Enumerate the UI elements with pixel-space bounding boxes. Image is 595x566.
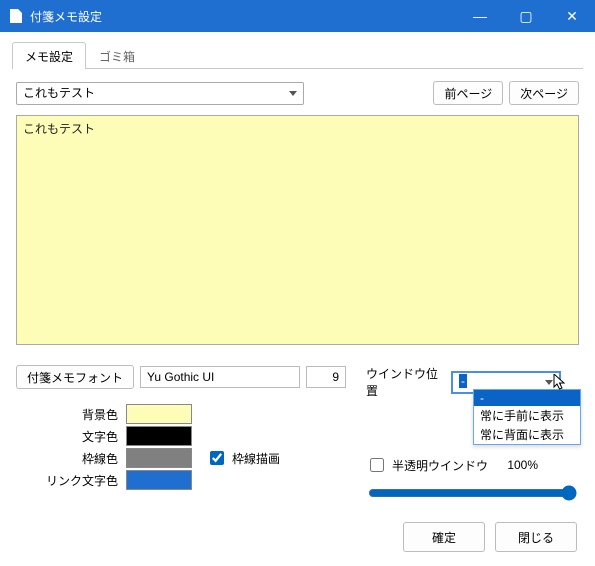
memo-preview[interactable]: これもテスト <box>16 115 579 345</box>
opacity-slider[interactable] <box>368 483 577 503</box>
border-color-label: 枠線色 <box>16 450 126 467</box>
window-position-option-2[interactable]: 常に背面に表示 <box>474 425 580 444</box>
next-page-button[interactable]: 次ページ <box>509 81 579 105</box>
draw-border-input[interactable] <box>210 451 224 465</box>
window-position-value: - <box>459 374 467 388</box>
link-color-swatch[interactable] <box>126 470 192 490</box>
window-title: 付箋メモ設定 <box>30 8 457 25</box>
font-size-field: 9 <box>306 366 346 388</box>
translucent-label: 半透明ウインドウ <box>392 457 488 474</box>
tab-strip: メモ設定 ゴミ箱 <box>12 42 583 69</box>
window-position-option-0[interactable]: - <box>474 390 580 406</box>
draw-border-checkbox[interactable]: 枠線描画 <box>206 448 280 468</box>
window-position-option-1[interactable]: 常に手前に表示 <box>474 406 580 425</box>
close-button[interactable]: ✕ <box>549 0 595 32</box>
minimize-button[interactable]: — <box>457 0 503 32</box>
bg-color-label: 背景色 <box>16 406 126 423</box>
memo-select-wrap: これもテスト <box>16 82 304 105</box>
tab-memo-settings[interactable]: メモ設定 <box>12 42 86 69</box>
close-dialog-button[interactable]: 閉じる <box>495 522 577 552</box>
maximize-button[interactable]: ▢ <box>503 0 549 32</box>
border-color-swatch[interactable] <box>126 448 192 468</box>
window-position-label: ウインドウ位置 <box>366 365 444 399</box>
memo-select[interactable]: これもテスト <box>16 82 304 105</box>
title-bar: 付箋メモ設定 — ▢ ✕ <box>0 0 595 32</box>
fg-color-label: 文字色 <box>16 428 126 445</box>
font-name-field: Yu Gothic UI <box>140 366 300 388</box>
link-color-label: リンク文字色 <box>16 472 126 489</box>
tab-trash[interactable]: ゴミ箱 <box>86 42 148 69</box>
opacity-percent: 100% <box>498 458 538 472</box>
bg-color-swatch[interactable] <box>126 404 192 424</box>
translucent-input[interactable] <box>370 458 384 472</box>
prev-page-button[interactable]: 前ページ <box>433 81 503 105</box>
app-icon <box>10 9 22 23</box>
draw-border-label: 枠線描画 <box>232 450 280 467</box>
translucent-checkbox[interactable]: 半透明ウインドウ <box>366 455 488 475</box>
ok-button[interactable]: 確定 <box>403 522 485 552</box>
fg-color-swatch[interactable] <box>126 426 192 446</box>
window-position-dropdown[interactable]: - 常に手前に表示 常に背面に表示 <box>473 389 581 445</box>
font-button[interactable]: 付箋メモフォント <box>16 365 134 389</box>
memo-preview-text: これもテスト <box>23 122 95 136</box>
